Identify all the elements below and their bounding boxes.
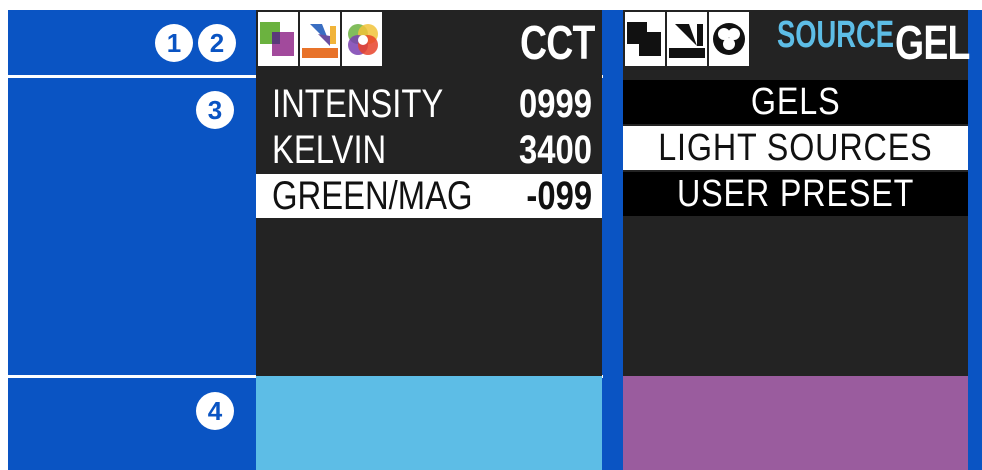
menu-row-green-mag[interactable]: GREEN/MAG -099 [256,174,602,218]
user-preset-label: USER PRESET [676,172,915,215]
intensity-label: INTENSITY [272,81,444,126]
intensity-value: 0999 [519,81,592,126]
gel-color-preview [623,376,968,470]
circles-mono-icon[interactable] [709,12,749,66]
source-title: SOURCE [777,14,895,56]
cct-screen: CCT INTENSITY 0999 KELVIN 3400 GREEN/MAG… [256,10,602,376]
kelvin-label: KELVIN [272,127,387,172]
callout-3: 3 [196,91,234,129]
list-item-light-sources[interactable]: LIGHT SOURCES [623,126,968,170]
slider-arrow-icon[interactable] [300,12,340,66]
right-edge-band [968,10,982,470]
gels-label: GELS [750,80,841,123]
list-item-gels[interactable]: GELS [623,80,968,124]
light-sources-label: LIGHT SOURCES [658,126,933,169]
source-gel-screen: SOURCE GEL GELS LIGHT SOURCES USER PRESE… [623,10,970,376]
cct-color-preview [256,376,602,470]
rgb-circles-icon[interactable] [342,12,382,66]
green-mag-value: -099 [526,173,592,218]
arrow-mono-icon[interactable] [667,12,707,66]
list-item-user-preset[interactable]: USER PRESET [623,172,968,216]
gel-title: GEL [895,17,970,70]
blocks-mono-icon[interactable] [625,12,665,66]
callout-4: 4 [196,392,234,430]
callout-1: 1 [155,24,193,62]
menu-row-intensity[interactable]: INTENSITY 0999 [256,82,602,126]
menu-row-kelvin[interactable]: KELVIN 3400 [256,128,602,172]
center-divider [603,10,623,470]
cct-title: CCT [520,17,595,70]
green-mag-label: GREEN/MAG [272,173,473,218]
kelvin-value: 3400 [519,127,592,172]
callout-2: 2 [198,24,236,62]
color-blocks-icon[interactable] [258,12,298,66]
